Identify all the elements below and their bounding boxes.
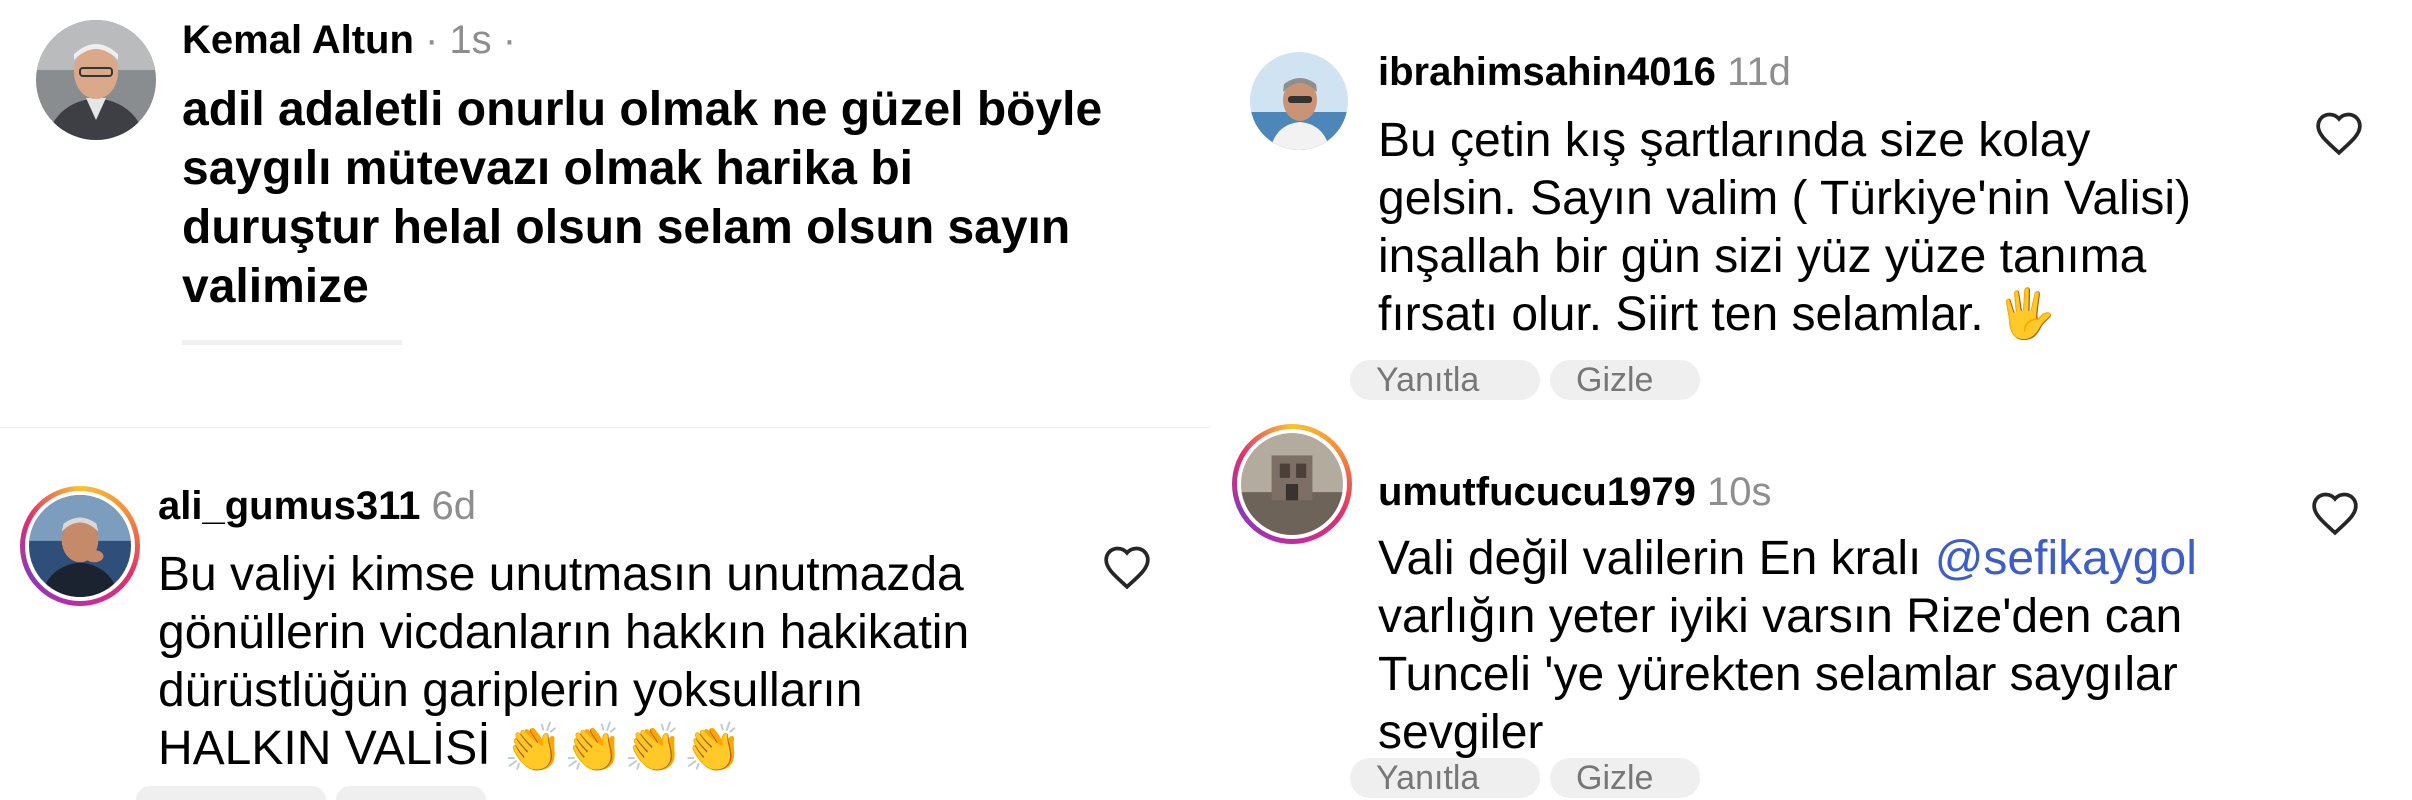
comment-header: umutfucucu1979 10s bbox=[1378, 470, 1771, 515]
hide-button-cropped[interactable] bbox=[336, 786, 486, 800]
user-photo-icon bbox=[1250, 52, 1348, 150]
comment-header: Kemal Altun · 1s · bbox=[182, 18, 516, 63]
avatar-ali-gumus311[interactable] bbox=[20, 486, 140, 606]
comment-ibrahimsahin4016: ibrahimsahin4016 11d Bu çetin kış şartla… bbox=[1210, 0, 2412, 410]
username[interactable]: ibrahimsahin4016 bbox=[1378, 50, 1716, 94]
avatar-ibrahimsahin4016[interactable] bbox=[1250, 52, 1348, 150]
comment-text: Vali değil valilerin En kralı @sefikaygo… bbox=[1378, 532, 2197, 759]
comment-text: adil adaletli onurlu olmak ne güzel böyl… bbox=[182, 83, 1103, 313]
comment-text: Bu valiyi kimse unutmasın unutmazda gönü… bbox=[158, 548, 970, 775]
reply-button[interactable]: Yanıtla bbox=[1350, 758, 1540, 798]
comment-umutfucucu1979: umutfucucu1979 10s Vali değil valilerin … bbox=[1210, 410, 2412, 800]
comment-header: ali_gumus311 6d bbox=[158, 484, 476, 529]
hide-button[interactable]: Gizle bbox=[1550, 758, 1700, 798]
user-photo-icon bbox=[29, 495, 131, 597]
user-photo-icon bbox=[1241, 433, 1343, 535]
avatar-kemal-altun[interactable] bbox=[36, 20, 156, 140]
hide-button[interactable]: Gizle bbox=[1550, 360, 1700, 400]
username[interactable]: umutfucucu1979 bbox=[1378, 470, 1696, 514]
comment-header: ibrahimsahin4016 11d bbox=[1378, 50, 1791, 95]
username[interactable]: ali_gumus311 bbox=[158, 484, 420, 528]
username[interactable]: Kemal Altun bbox=[182, 18, 414, 62]
timestamp: 11d bbox=[1727, 50, 1791, 94]
raised-hand-emoji: 🖐 bbox=[1996, 288, 2057, 341]
timestamp: · 1s · bbox=[413, 18, 517, 62]
timestamp: 6d bbox=[431, 484, 477, 528]
reply-button[interactable]: Yanıtla bbox=[1350, 360, 1540, 400]
comment-kemal-altun: Kemal Altun · 1s · adil adaletli onurlu … bbox=[0, 0, 1210, 345]
clapping-hands-emoji: 👏👏👏👏 bbox=[503, 722, 743, 775]
reply-actions-cropped bbox=[182, 340, 402, 345]
comment-ali-gumus311: ali_gumus311 6d Bu valiyi kimse unutması… bbox=[0, 428, 1210, 800]
like-heart-icon[interactable] bbox=[2314, 110, 2364, 156]
user-photo-icon bbox=[36, 20, 156, 140]
like-heart-icon[interactable] bbox=[1102, 544, 1152, 590]
avatar-umutfucucu1979[interactable] bbox=[1232, 424, 1352, 544]
timestamp: 10s bbox=[1706, 470, 1772, 514]
like-heart-icon[interactable] bbox=[2310, 490, 2360, 536]
mention-link[interactable]: @sefikaygol bbox=[1935, 532, 2197, 585]
comment-text: Bu çetin kış şartlarında size kolay gels… bbox=[1378, 114, 2191, 341]
reply-button-cropped[interactable] bbox=[136, 786, 326, 800]
